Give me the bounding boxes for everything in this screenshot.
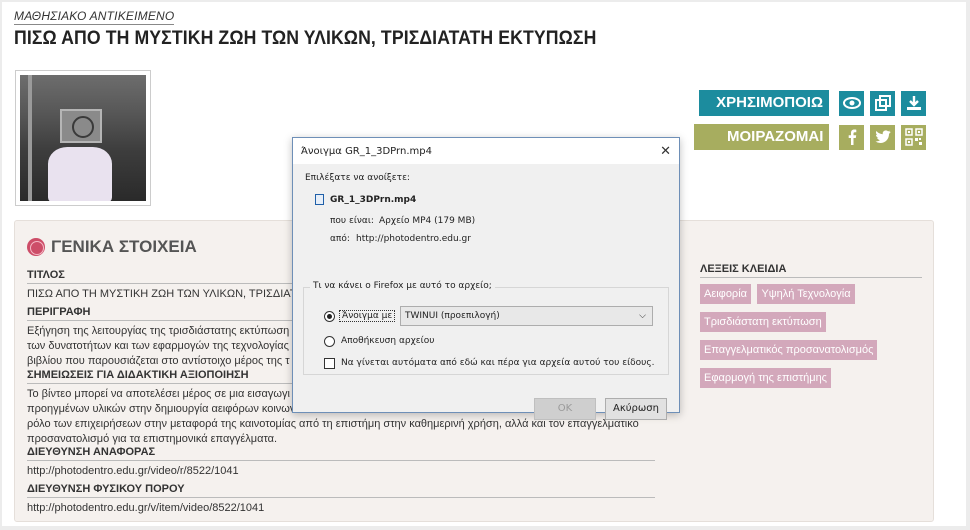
save-file-radio[interactable]: [324, 336, 335, 347]
keyword-tag[interactable]: Αειφορία: [700, 284, 751, 304]
action-group: Τι να κάνει ο Firefox με αυτό το αρχείο;…: [303, 281, 669, 375]
type-value: Αρχείο MP4 (179 MB): [379, 216, 476, 226]
object-type-label: ΜΑΘΗΣΙΑΚΟ ΑΝΤΙΚΕΙΜΕΝΟ: [14, 9, 175, 25]
keyword-tag[interactable]: Εφαρμογή της επιστήμης: [700, 368, 831, 388]
qr-code-icon[interactable]: [901, 124, 926, 150]
use-label: ΧΡΗΣΙΜΟΠΟΙΩ: [699, 90, 829, 116]
keyword-tag[interactable]: Επαγγελματικός προσανατολισμός: [700, 340, 878, 360]
auto-checkbox[interactable]: [324, 358, 335, 369]
field-reference-url: ΔΙΕΥΘΥΝΣΗ ΑΝΑΦΟΡΑΣ http://photodentro.ed…: [27, 446, 655, 479]
share-label: ΜΟΙΡΑΖΟΜΑΙ: [694, 124, 830, 150]
dialog-body: Επιλέξατε να ανοίξετε: GR_1_3DPrn.mp4 πο…: [293, 164, 679, 420]
close-icon[interactable]: ✕: [660, 144, 671, 159]
download-icon[interactable]: [901, 90, 926, 116]
chosen-label: Επιλέξατε να ανοίξετε:: [305, 173, 410, 183]
field-label: ΔΙΕΥΘΥΝΣΗ ΦΥΣΙΚΟΥ ΠΟΡΟΥ: [27, 483, 655, 498]
reference-link[interactable]: http://photodentro.edu.gr/video/r/8522/1…: [27, 464, 655, 479]
twitter-icon[interactable]: [870, 124, 896, 150]
copy-icon[interactable]: [870, 90, 895, 116]
keywords-label: ΛΕΞΕΙΣ ΚΛΕΙΔΙΑ: [700, 263, 922, 278]
ok-button[interactable]: OK: [534, 398, 596, 420]
printer-image: [20, 75, 146, 201]
keyword-tag[interactable]: Τρισδιάστατη εκτύπωση: [700, 312, 826, 332]
actions-panel: ΧΡΗΣΙΜΟΠΟΙΩ ΜΟΙΡΑΖΟΜΑΙ: [694, 90, 926, 158]
save-file-label: Αποθήκευση αρχείου: [341, 336, 435, 346]
share-row: ΜΟΙΡΑΖΟΜΑΙ: [694, 124, 926, 150]
use-row: ΧΡΗΣΙΜΟΠΟΙΩ: [694, 90, 926, 116]
open-with-select[interactable]: TWINUI (προεπιλογή) ⌵: [400, 306, 653, 326]
auto-label: Να γίνεται αυτόματα από εδώ και πέρα για…: [341, 358, 655, 368]
open-with-label: Άνοιγμα με: [339, 310, 396, 322]
field-resource-url: ΔΙΕΥΘΥΝΣΗ ΦΥΣΙΚΟΥ ΠΟΡΟΥ http://photodent…: [27, 483, 655, 516]
open-file-dialog: Άνοιγμα GR_1_3DPrn.mp4 ✕ Επιλέξατε να αν…: [292, 137, 680, 420]
open-with-radio[interactable]: [324, 311, 335, 322]
file-name: GR_1_3DPrn.mp4: [330, 194, 417, 205]
field-label: ΔΙΕΥΘΥΝΣΗ ΑΝΑΦΟΡΑΣ: [27, 446, 655, 461]
chevron-down-icon: ⌵: [639, 311, 646, 321]
page-title: ΠΙΣΩ ΑΠΟ ΤΗ ΜΥΣΤΙΚΗ ΖΩΗ ΤΩΝ ΥΛΙΚΩΝ, ΤΡΙΣ…: [14, 28, 597, 49]
video-thumbnail[interactable]: [15, 70, 151, 206]
keyword-tag[interactable]: Υψηλή Τεχνολογία: [757, 284, 855, 304]
from-label: από:: [330, 234, 350, 244]
section-title: ΓΕΝΙΚΑ ΣΤΟΙΧΕΙΑ: [51, 237, 197, 256]
facebook-icon[interactable]: [839, 124, 865, 150]
file-line: GR_1_3DPrn.mp4: [315, 194, 416, 205]
dialog-titlebar: Άνοιγμα GR_1_3DPrn.mp4 ✕: [293, 138, 679, 164]
dialog-title: Άνοιγμα GR_1_3DPrn.mp4: [301, 145, 432, 157]
keyword-tags: Αειφορία Υψηλή Τεχνολογία Τρισδιάστατη ε…: [700, 284, 925, 396]
file-icon: [315, 194, 324, 205]
basketball-icon: [27, 238, 45, 256]
resource-link[interactable]: http://photodentro.edu.gr/v/item/video/8…: [27, 501, 655, 516]
eye-icon[interactable]: [839, 90, 864, 116]
from-value: http://photodentro.edu.gr: [356, 234, 471, 244]
group-caption: Τι να κάνει ο Firefox με αυτό το αρχείο;: [310, 281, 495, 291]
type-label: που είναι:: [330, 216, 374, 226]
open-with-value: TWINUI (προεπιλογή): [405, 311, 500, 321]
keywords-box: ΛΕΞΕΙΣ ΚΛΕΙΔΙΑ Αειφορία Υψηλή Τεχνολογία…: [700, 263, 925, 396]
cancel-button[interactable]: Ακύρωση: [605, 398, 667, 420]
section-header: ΓΕΝΙΚΑ ΣΤΟΙΧΕΙΑ: [27, 237, 197, 257]
